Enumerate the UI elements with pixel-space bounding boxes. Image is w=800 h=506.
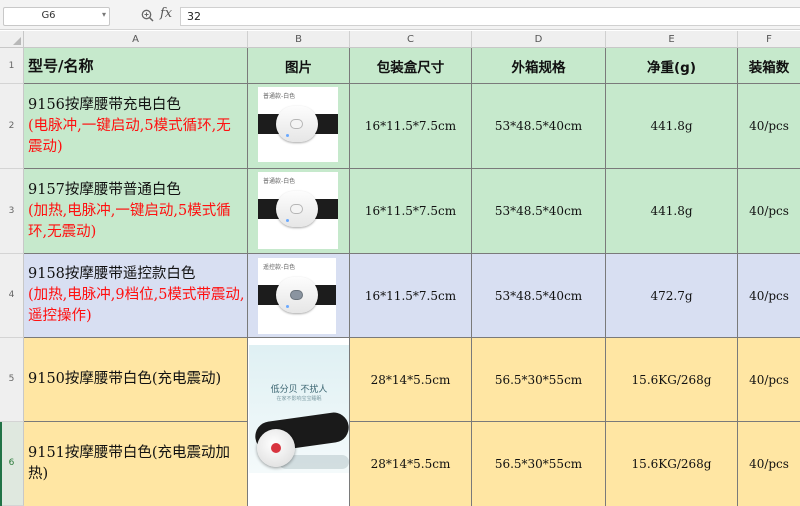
image-caption: 普通款-白色 xyxy=(263,178,296,185)
cell-net-weight[interactable]: 15.6KG/268g xyxy=(606,422,738,506)
cell-box-size[interactable]: 16*11.5*7.5cm xyxy=(350,254,472,338)
product-name: 9157按摩腰带普通白色 xyxy=(28,181,181,198)
cell-carton-size[interactable]: 53*48.5*40cm xyxy=(472,169,606,254)
column-header-c[interactable]: C xyxy=(350,31,472,48)
image-caption: 普通款-白色 xyxy=(263,93,296,100)
product-image[interactable]: 普通款-白色 xyxy=(258,87,338,162)
column-header-f[interactable]: F xyxy=(738,31,800,48)
row-header-3[interactable]: 3 xyxy=(0,169,24,254)
row-header-1[interactable]: 1 xyxy=(0,48,24,84)
column-header-b[interactable]: B xyxy=(248,31,350,48)
name-box[interactable]: G6 ▾ xyxy=(3,7,110,26)
cell-model-9150[interactable]: 9150按摩腰带白色(充电震动) xyxy=(24,338,248,422)
cell-box-size[interactable]: 28*14*5.5cm xyxy=(350,422,472,506)
column-header-d[interactable]: D xyxy=(472,31,606,48)
product-features: (电脉冲,一键启动,5模式循环,无震动) xyxy=(28,117,231,155)
fx-icon[interactable]: fx xyxy=(160,6,172,21)
cell-model-9156[interactable]: 9156按摩腰带充电白色 (电脉冲,一键启动,5模式循环,无震动) xyxy=(24,84,248,169)
product-name: 9156按摩腰带充电白色 xyxy=(28,96,181,113)
cell-model-9151[interactable]: 9151按摩腰带白色(充电震动加热) xyxy=(24,422,248,506)
cell-model-9157[interactable]: 9157按摩腰带普通白色 (加热,电脉冲,一键启动,5模式循环,无震动) xyxy=(24,169,248,254)
product-name: 9150按摩腰带白色(充电震动) xyxy=(28,371,222,387)
product-features: (加热,电脉冲,一键启动,5模式循环,无震动) xyxy=(28,202,231,240)
header-carton-size[interactable]: 外箱规格 xyxy=(472,48,606,84)
cell-pack-qty[interactable]: 40/pcs xyxy=(738,169,800,254)
promo-subline: 在家不影响宝宝睡眠 xyxy=(276,396,322,402)
cell-net-weight[interactable]: 15.6KG/268g xyxy=(606,338,738,422)
chevron-down-icon[interactable]: ▾ xyxy=(102,10,106,19)
cell-box-size[interactable]: 16*11.5*7.5cm xyxy=(350,84,472,169)
cell-carton-size[interactable]: 56.5*30*55cm xyxy=(472,338,606,422)
cell-model-9158[interactable]: 9158按摩腰带遥控款白色 (加热,电脉冲,9档位,5模式带震动,遥控操作) xyxy=(24,254,248,338)
header-box-size[interactable]: 包装盒尺寸 xyxy=(350,48,472,84)
cell-box-size[interactable]: 28*14*5.5cm xyxy=(350,338,472,422)
product-features: (加热,电脉冲,9档位,5模式带震动,遥控操作) xyxy=(28,287,245,324)
cell-pack-qty[interactable]: 40/pcs xyxy=(738,84,800,169)
cell-carton-size[interactable]: 53*48.5*40cm xyxy=(472,84,606,169)
cell-box-size[interactable]: 16*11.5*7.5cm xyxy=(350,169,472,254)
row-header-6[interactable]: 6 xyxy=(0,422,24,506)
row-header-5[interactable]: 5 xyxy=(0,338,24,422)
row-header-4[interactable]: 4 xyxy=(0,254,24,338)
name-box-value: G6 xyxy=(41,10,56,21)
product-name: 9151按摩腰带白色(充电震动加热) xyxy=(28,445,231,482)
cell-net-weight[interactable]: 441.8g xyxy=(606,84,738,169)
formula-input[interactable]: 32 xyxy=(180,7,800,26)
cell-pack-qty[interactable]: 40/pcs xyxy=(738,338,800,422)
header-model[interactable]: 型号/名称 xyxy=(24,48,248,84)
cell-net-weight[interactable]: 441.8g xyxy=(606,169,738,254)
column-header-e[interactable]: E xyxy=(606,31,738,48)
active-row-indicator xyxy=(0,422,2,506)
cell-pack-qty[interactable]: 40/pcs xyxy=(738,254,800,338)
header-net-weight[interactable]: 净重(g) xyxy=(606,48,738,84)
header-image[interactable]: 图片 xyxy=(248,48,350,84)
cell-pack-qty[interactable]: 40/pcs xyxy=(738,422,800,506)
cell-carton-size[interactable]: 53*48.5*40cm xyxy=(472,254,606,338)
formula-bar: G6 ▾ fx 32 xyxy=(0,0,800,30)
image-caption: 遥控款-白色 xyxy=(263,264,296,271)
product-name: 9158按摩腰带遥控款白色 xyxy=(28,266,196,282)
cell-net-weight[interactable]: 472.7g xyxy=(606,254,738,338)
product-image[interactable]: 遥控款-白色 xyxy=(258,258,336,334)
header-pack-qty[interactable]: 装箱数 xyxy=(738,48,800,84)
column-header-a[interactable]: A xyxy=(24,31,248,48)
cell-carton-size[interactable]: 56.5*30*55cm xyxy=(472,422,606,506)
product-image[interactable]: 低分贝 不扰人 在家不影响宝宝睡眠 xyxy=(249,345,349,473)
row-header-2[interactable]: 2 xyxy=(0,84,24,169)
zoom-icon[interactable] xyxy=(141,9,154,22)
product-image[interactable]: 普通款-白色 xyxy=(258,172,338,249)
promo-headline: 低分贝 不扰人 xyxy=(270,385,328,395)
select-all-corner[interactable] xyxy=(0,31,24,48)
